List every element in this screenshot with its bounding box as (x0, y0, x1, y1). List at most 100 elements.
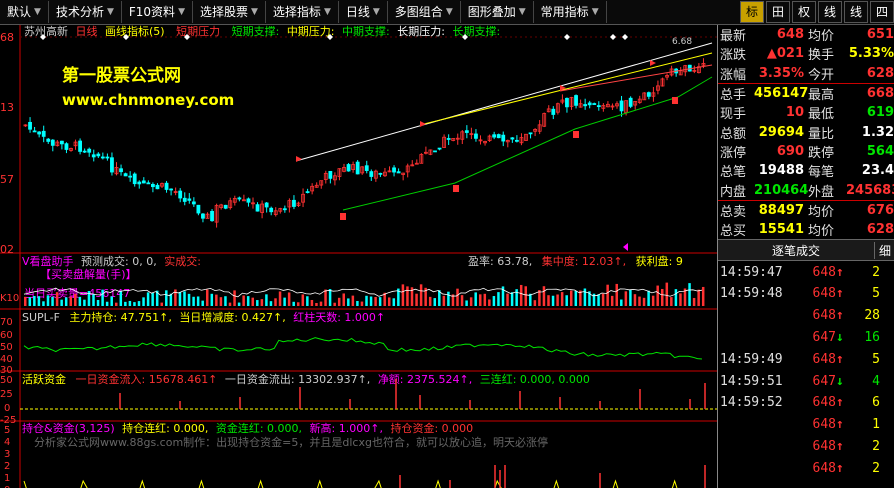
quote-row: 总买 15541 均价 628 (718, 220, 894, 239)
volume-bar (96, 299, 100, 306)
volume-bar (356, 300, 359, 306)
quote-value: 648 (776, 27, 804, 43)
period-label: 日线 (76, 25, 98, 38)
volume-bar (301, 294, 305, 306)
tab-mark[interactable]: 标 (740, 1, 764, 23)
volume-bar (237, 302, 241, 306)
menu-common-indicators[interactable]: 常用指标 ▼ (534, 1, 607, 23)
volume-bar (506, 293, 509, 306)
volume-bar (647, 290, 650, 306)
quote-panel: 最新 648 均价 651 涨跌 ▲021 换手 5.33% 涨幅 3.35% 今开 628 总手 456… (717, 25, 894, 488)
volume-bar (629, 289, 632, 306)
volume-bar (615, 283, 618, 306)
volume-bar (42, 301, 45, 306)
volume-bar (269, 301, 273, 306)
tick-detail-button[interactable]: 细 (874, 241, 894, 259)
quote-label: 今开 (808, 67, 835, 83)
volume-bar (515, 289, 518, 306)
volume-bar (606, 284, 609, 306)
volume-bar (105, 301, 109, 306)
chart-area[interactable]: 68 13 57 02 苏州高新 日线 画线指标(5) 短期压力 短期支撑: 中… (0, 25, 717, 488)
menu-default[interactable]: 默认 ▼ (0, 1, 49, 23)
quote-value: 628 (866, 222, 894, 238)
volume-bar (610, 295, 614, 306)
tick-price: 648 (812, 460, 836, 476)
tab-line-2[interactable]: 线 (844, 1, 868, 23)
menu-technical-analysis[interactable]: 技术分析 ▼ (49, 1, 122, 23)
quote-value: 628 (866, 65, 894, 81)
menu-overlay[interactable]: 图形叠加 ▼ (461, 1, 534, 23)
quote-value: 456147 (754, 86, 809, 102)
watermark-title: 第一股票公式网 (62, 65, 181, 86)
yaxis-label: 0 (4, 403, 10, 414)
tick-arrow: ↑ (836, 351, 844, 367)
quote-label: 现手 (720, 107, 747, 123)
volume-bar (365, 295, 368, 306)
volume-bar (210, 293, 214, 306)
short-support: 短期支撑: (232, 25, 280, 38)
menu-select-stock[interactable]: 选择股票 ▼ (193, 1, 266, 23)
volume-bar (28, 297, 32, 306)
quote-row: 总手 456147 最高 668 (718, 82, 894, 103)
volume-bar (228, 302, 232, 306)
volume-bar (460, 295, 464, 306)
tick-vol: 4 (872, 373, 880, 389)
tick-row: 648 ↑ 28 (718, 305, 894, 327)
stock-name: 苏州高新 (24, 25, 68, 38)
quote-value: 29694 (758, 124, 804, 140)
volume-bar (670, 297, 673, 306)
tick-title[interactable]: 逐笔成交 (718, 242, 874, 259)
yaxis-label: 50 (0, 375, 13, 386)
quote-label: 换手 (808, 48, 835, 64)
volume-bar (661, 288, 664, 306)
menu-multi-chart[interactable]: 多图组合 ▼ (388, 1, 461, 23)
candle (433, 150, 437, 153)
yaxis-label: 70 (0, 317, 13, 328)
tick-arrow: ↑ (836, 460, 844, 476)
volume-bar (292, 301, 295, 306)
volume-bar (369, 296, 373, 306)
volume-bar (187, 293, 191, 306)
volume-bar (474, 292, 477, 306)
volume-bar (74, 293, 77, 306)
tick-arrow: ↓ (836, 330, 844, 346)
volume-bar (565, 295, 568, 306)
watermark-url: www.chnmoney.com (62, 91, 234, 109)
yaxis-label: 50 (0, 342, 13, 353)
volume-bar (679, 293, 682, 306)
tab-line[interactable]: 线 (818, 1, 842, 23)
quote-label: 总卖 (720, 204, 747, 220)
volume-bar (69, 296, 72, 306)
volume-bar (556, 294, 559, 306)
volume-bar (388, 297, 391, 306)
menu-f10[interactable]: F10资料 ▼ (122, 1, 193, 23)
volume-bar (142, 297, 145, 306)
menu-select-indicator[interactable]: 选择指标 ▼ (266, 1, 339, 23)
quote-label: 最新 (720, 29, 747, 45)
volume-bar (60, 299, 63, 306)
yaxis-label: 13 (0, 101, 14, 114)
quote-value: 564 (866, 143, 894, 159)
menu-daily[interactable]: 日线 ▼ (339, 1, 388, 23)
volume-bar (124, 301, 127, 306)
volume-bar (51, 296, 54, 306)
volume-bar (624, 291, 628, 306)
volume-bar (92, 294, 95, 306)
volume-bar (374, 296, 377, 306)
tab-grid[interactable]: 田 (766, 1, 790, 23)
volume-bar (697, 289, 700, 306)
volume-bar (33, 296, 36, 306)
panel2-header: SUPL-F 主力持仓: 47.751↑, 当日增减度: 0.427↑, 红柱天… (22, 310, 385, 324)
volume-bar (479, 294, 482, 306)
volume-bar (233, 290, 236, 306)
quote-row: 最新 648 均价 651 (718, 25, 894, 44)
volume-bar (401, 284, 405, 306)
tab-rights[interactable]: 权 (792, 1, 816, 23)
volume-bar (178, 291, 182, 306)
volume-bar (560, 292, 564, 306)
quote-row: 内盘 210464外盘 245683 (718, 180, 894, 200)
volume-bar (78, 296, 82, 306)
volume-bar (483, 293, 487, 306)
volume-bar (224, 296, 227, 306)
tab-four[interactable]: 四 (870, 1, 894, 23)
